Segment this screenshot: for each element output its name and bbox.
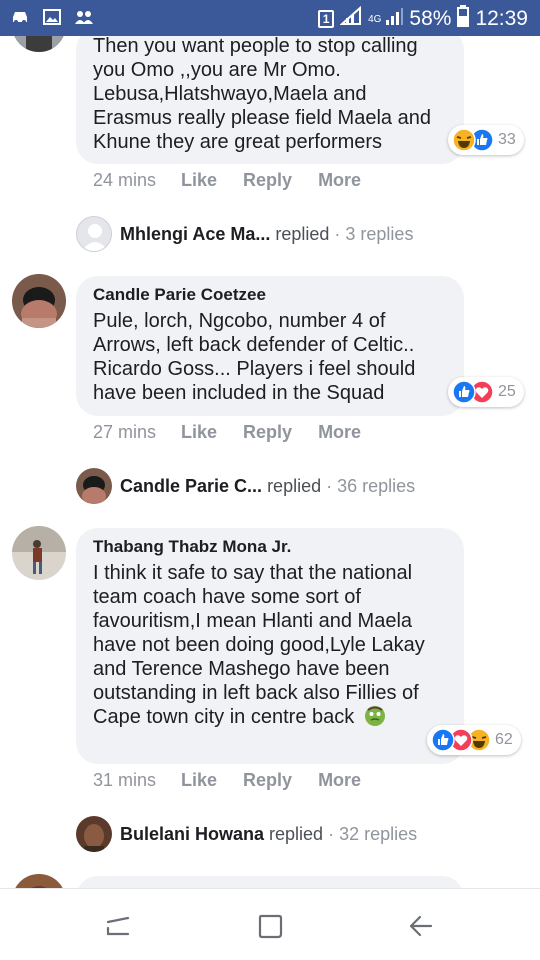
image-icon	[42, 8, 62, 26]
haha-reaction-icon	[452, 128, 476, 152]
car-icon	[10, 8, 30, 26]
status-bar: 1 4G 58% 12:39	[0, 0, 540, 36]
more-button[interactable]: More	[318, 422, 361, 443]
commenter-name[interactable]: Thabang Thabz Mona Jr.	[93, 536, 446, 558]
comment-bubble: Candle Parie Coetzee Pule, lorch, Ngcobo…	[76, 276, 464, 416]
clock: 12:39	[475, 7, 528, 30]
reply-count[interactable]: 3 replies	[345, 224, 413, 245]
replied-label: replied	[267, 475, 322, 496]
people-icon	[74, 8, 94, 26]
replied-label: replied	[275, 223, 330, 244]
more-button[interactable]: More	[318, 170, 361, 191]
like-reaction-icon	[431, 728, 455, 752]
commenter-name[interactable]: Candle Parie Coetzee	[93, 284, 446, 306]
battery-icon	[457, 5, 470, 33]
comment-time: 31 mins	[93, 770, 157, 790]
reaction-count: 25	[498, 383, 516, 400]
comment-time: 24 mins	[93, 170, 157, 190]
comment-actions: 27 mins Like Reply More	[93, 422, 387, 443]
signal-icon	[339, 5, 362, 32]
back-icon[interactable]	[404, 909, 438, 943]
signal-bars-icon	[385, 7, 404, 31]
system-nav-bar	[0, 888, 540, 960]
separator: ·	[328, 823, 335, 844]
more-button[interactable]: More	[318, 770, 361, 791]
reaction-summary[interactable]: 25	[448, 377, 524, 407]
network-type: 4G	[368, 13, 382, 25]
reply-button[interactable]: Reply	[243, 770, 292, 791]
like-button[interactable]: Like	[181, 770, 217, 791]
reply-count[interactable]: 32 replies	[339, 824, 417, 845]
comment-text: Then you want people to stop calling you…	[93, 36, 431, 153]
reaction-count: 62	[495, 731, 513, 748]
comment-bubble	[76, 876, 464, 888]
battery-percent: 58%	[409, 7, 452, 30]
comment-text: Pule, lorch, Ngcobo, number 4 of Arrows,…	[93, 310, 416, 404]
reply-count[interactable]: 36 replies	[337, 476, 415, 497]
avatar	[76, 216, 112, 252]
replied-label: replied	[269, 823, 324, 844]
reply-button[interactable]: Reply	[243, 422, 292, 443]
replier-name[interactable]: Bulelani Howana	[120, 824, 264, 845]
recent-apps-icon[interactable]	[101, 909, 135, 943]
separator: ·	[326, 475, 333, 496]
like-reaction-icon	[452, 380, 476, 404]
avatar[interactable]	[12, 274, 66, 328]
replier-name[interactable]: Candle Parie C...	[120, 476, 262, 497]
comment-time: 27 mins	[93, 422, 157, 442]
reply-button[interactable]: Reply	[243, 170, 292, 191]
reaction-summary[interactable]: 33	[448, 125, 524, 155]
replies-link[interactable]: Bulelani Howana replied · 32 replies	[76, 816, 417, 852]
comment-actions: 31 mins Like Reply More	[93, 770, 387, 791]
comment-bubble: Then you want people to stop calling you…	[76, 36, 464, 164]
reaction-count: 33	[498, 131, 516, 148]
separator: ·	[334, 223, 341, 244]
comments-feed[interactable]: Then you want people to stop calling you…	[0, 36, 540, 888]
avatar[interactable]	[12, 526, 66, 580]
avatar[interactable]	[12, 874, 66, 888]
comment-actions: 24 mins Like Reply More	[93, 170, 387, 191]
comment-text: I think it safe to say that the national…	[93, 562, 425, 728]
replies-link[interactable]: Candle Parie C... replied · 36 replies	[76, 468, 415, 504]
like-button[interactable]: Like	[181, 170, 217, 191]
avatar[interactable]	[12, 36, 66, 52]
avatar	[76, 468, 112, 504]
like-button[interactable]: Like	[181, 422, 217, 443]
replier-name[interactable]: Mhlengi Ace Ma...	[120, 224, 270, 245]
reaction-summary[interactable]: 62	[427, 725, 521, 755]
avatar	[76, 816, 112, 852]
zombie-emoji-icon	[364, 705, 386, 733]
replies-link[interactable]: Mhlengi Ace Ma... replied · 3 replies	[76, 216, 413, 252]
comment-bubble: Thabang Thabz Mona Jr. I think it safe t…	[76, 528, 464, 764]
sim-icon: 1	[318, 10, 335, 28]
home-icon[interactable]	[253, 909, 287, 943]
